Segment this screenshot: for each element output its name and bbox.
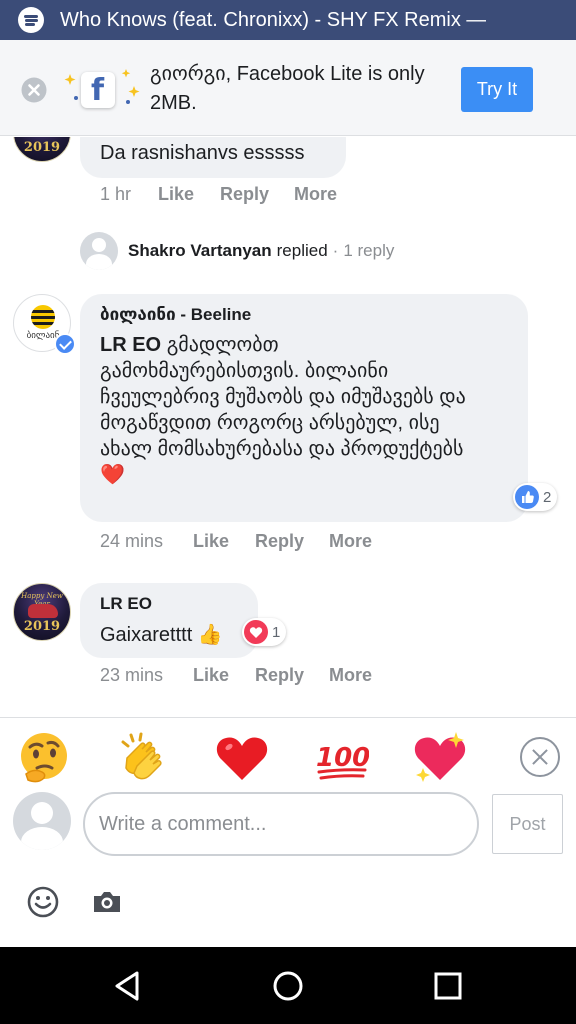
notification-text: Who Knows (feat. Chronixx) - SHY FX Remi… — [60, 8, 487, 31]
avatar[interactable]: Happy New Year 2019 — [13, 583, 71, 641]
reaction-count: 1 — [272, 623, 281, 641]
user-avatar — [13, 792, 71, 850]
close-icon[interactable] — [21, 77, 47, 103]
more-link[interactable]: More — [329, 665, 372, 686]
comment-meta: 24 mins Like Reply More — [100, 531, 372, 552]
comment-time: 1 hr — [100, 184, 132, 204]
clapping-hands-icon[interactable] — [115, 730, 171, 786]
status-bar: Who Knows (feat. Chronixx) - SHY FX Remi… — [0, 0, 576, 40]
facebook-lite-logo: f — [62, 68, 144, 112]
comment-bubble: Da rasnishanvs esssss — [80, 137, 346, 178]
comment-text: Da rasnishanvs esssss — [100, 142, 305, 164]
post-button[interactable]: Post — [492, 794, 563, 854]
spotify-icon — [18, 7, 44, 33]
comment-text: LR EO გმადლობთ გამოხმაურებისთვის. ბილაინ… — [100, 332, 480, 488]
reaction-summary[interactable]: 2 — [513, 483, 558, 511]
comment-list: 2019 Da rasnishanvs esssss 1 hr Like Rep… — [0, 137, 576, 717]
heart-emoji: ❤️ — [100, 464, 125, 486]
avatar[interactable]: ბილაინ — [13, 294, 76, 355]
replies-summary[interactable]: Shakro Vartanyan replied · 1 reply — [80, 232, 394, 270]
camera-icon[interactable] — [90, 885, 124, 919]
hundred-points-icon[interactable]: 100 — [313, 730, 369, 786]
replier-name: Shakro Vartanyan — [128, 241, 272, 260]
more-link[interactable]: More — [294, 184, 337, 205]
more-link[interactable]: More — [329, 531, 372, 552]
love-reaction-icon — [244, 620, 268, 644]
facebook-lite-banner: f გიორგი, Facebook Lite is only 2MB. Try… — [0, 40, 576, 136]
like-reaction-icon — [515, 485, 539, 509]
comment-time: 23 mins — [100, 665, 164, 685]
comment-input[interactable] — [83, 792, 479, 856]
reply-count: 1 reply — [343, 241, 395, 260]
like-link[interactable]: Like — [158, 184, 220, 205]
like-link[interactable]: Like — [193, 665, 255, 686]
red-heart-icon[interactable] — [214, 730, 270, 786]
separator: · — [332, 241, 339, 260]
quick-reactions-bar: 100 — [0, 717, 576, 797]
comment-meta: 1 hr Like Reply More — [100, 184, 337, 205]
reply-link[interactable]: Reply — [255, 665, 329, 686]
back-icon[interactable] — [107, 965, 149, 1007]
comment-meta: 23 mins Like Reply More — [100, 665, 372, 686]
like-link[interactable]: Like — [193, 531, 255, 552]
reaction-summary[interactable]: 1 — [242, 618, 287, 646]
promo-message: გიორგი, Facebook Lite is only 2MB. — [150, 63, 425, 114]
thinking-face-icon[interactable] — [16, 730, 72, 786]
verified-badge-icon — [54, 333, 76, 355]
recents-icon[interactable] — [427, 965, 469, 1007]
avatar — [80, 232, 118, 270]
thumbs-up-emoji: 👍 — [197, 624, 223, 646]
try-it-button[interactable]: Try It — [461, 67, 533, 112]
comment-time: 24 mins — [100, 531, 164, 551]
mention-link[interactable]: LR EO — [100, 334, 161, 356]
beeline-logo — [31, 305, 55, 329]
comment-bubble: ბილაინი - Beeline LR EO გმადლობთ გამოხმა… — [80, 294, 528, 522]
navigation-bar — [0, 947, 576, 1024]
reaction-count: 2 — [543, 488, 552, 506]
close-reactions-button[interactable] — [520, 737, 560, 777]
comment-text: Gaixaretttt 👍 — [100, 624, 223, 646]
page-name: ბილაინი - Beeline — [100, 305, 252, 324]
reply-link[interactable]: Reply — [220, 184, 294, 205]
home-icon[interactable] — [267, 965, 309, 1007]
smiley-icon[interactable] — [26, 885, 60, 919]
reply-link[interactable]: Reply — [255, 531, 329, 552]
avatar[interactable]: 2019 — [13, 137, 71, 162]
commenter-name[interactable]: LR EO — [100, 594, 152, 614]
sparkling-heart-icon[interactable] — [412, 730, 468, 786]
replied-label: replied — [276, 241, 328, 260]
comment-bubble: LR EO Gaixaretttt 👍 — [80, 583, 258, 658]
